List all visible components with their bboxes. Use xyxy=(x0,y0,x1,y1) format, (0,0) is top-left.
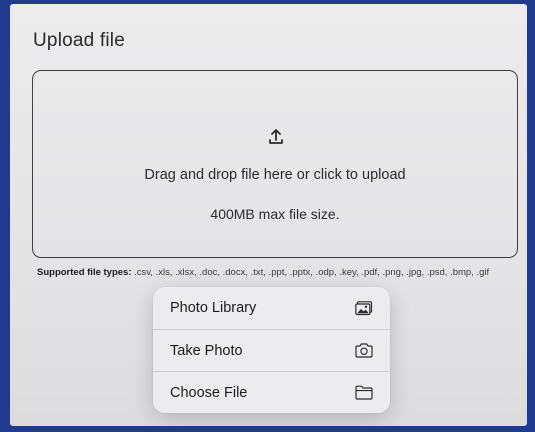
camera-icon xyxy=(354,343,374,359)
menu-item-take-photo[interactable]: Take Photo xyxy=(153,329,390,371)
upload-icon xyxy=(269,129,283,144)
dropzone-instruction: Drag and drop file here or click to uplo… xyxy=(144,167,406,183)
upload-screen: Upload file Drag and drop file here or c… xyxy=(10,4,527,426)
folder-icon xyxy=(354,385,374,401)
file-dropzone[interactable]: Drag and drop file here or click to uplo… xyxy=(32,70,518,258)
supported-file-types: Supported file types: .csv, .xls, .xlsx,… xyxy=(37,266,522,280)
upload-source-menu: Photo Library Take Photo Choose File xyxy=(153,287,390,413)
menu-item-label: Photo Library xyxy=(170,300,257,316)
menu-item-label: Choose File xyxy=(170,384,248,401)
photo-library-icon xyxy=(354,300,374,316)
menu-item-label: Take Photo xyxy=(170,342,243,359)
supported-label: Supported file types: xyxy=(37,267,132,278)
max-file-size: 400MB max file size. xyxy=(210,206,340,222)
supported-types-list: .csv, .xls, .xlsx, .doc, .docx, .txt, .p… xyxy=(131,267,490,278)
menu-item-photo-library[interactable]: Photo Library xyxy=(153,287,390,329)
menu-item-choose-file[interactable]: Choose File xyxy=(153,371,390,413)
page-title: Upload file xyxy=(33,30,125,51)
